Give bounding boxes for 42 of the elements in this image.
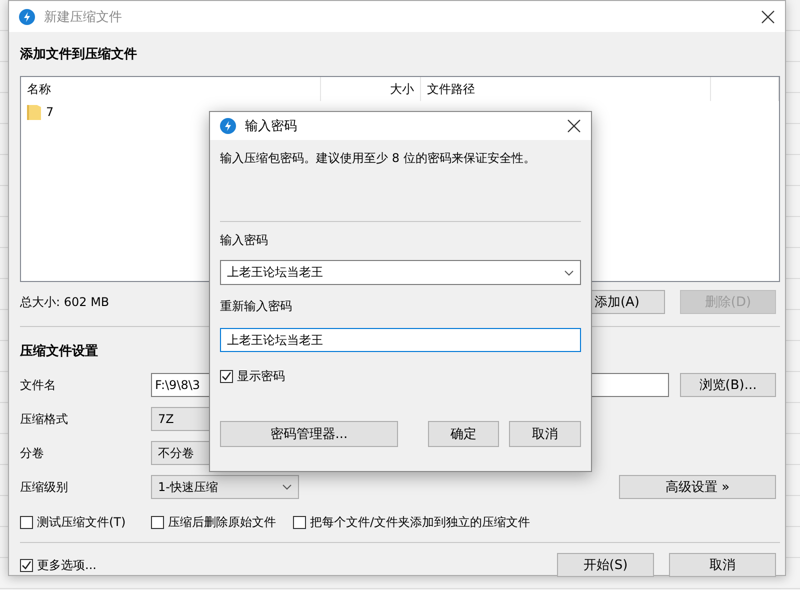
password-combo[interactable]: 上老王论坛当老王 <box>220 260 581 285</box>
advanced-settings-button[interactable]: 高级设置 » <box>619 475 776 499</box>
checkbox-label[interactable]: 显示密码 <box>237 368 285 384</box>
password-hint: 输入压缩包密码。建议使用至少 8 位的密码来保证安全性。 <box>220 150 536 167</box>
checkbox[interactable] <box>20 558 33 572</box>
dialog-title: 输入密码 <box>245 118 298 135</box>
chevron-down-icon <box>282 484 292 490</box>
browse-button[interactable]: 浏览(B)... <box>680 373 776 397</box>
field-label: 输入密码 <box>220 232 269 249</box>
confirm-password-field[interactable]: 上老王论坛当老王 <box>220 328 581 352</box>
field-label: 分卷 <box>20 444 45 462</box>
dropdown[interactable]: 1-快速压缩 <box>151 475 299 499</box>
column-header[interactable]: 名称 <box>21 77 321 101</box>
password-manager-button[interactable]: 密码管理器... <box>220 421 398 447</box>
cancel-button[interactable]: 取消 <box>669 553 776 577</box>
checkbox[interactable] <box>220 370 233 382</box>
section-title: 压缩文件设置 <box>20 342 99 360</box>
field-label: 文件名 <box>20 376 57 394</box>
checkbox-label[interactable]: 更多选项... <box>37 556 96 574</box>
window-title: 新建压缩文件 <box>44 8 123 26</box>
checkbox-label[interactable]: 压缩后删除原始文件 <box>168 514 276 530</box>
checkbox-label[interactable]: 把每个文件/文件夹添加到独立的压缩文件 <box>310 514 530 530</box>
folder-icon <box>27 104 41 120</box>
column-header[interactable]: 大小 <box>321 77 421 101</box>
app-logo-icon <box>220 118 236 134</box>
close-button[interactable] <box>567 119 581 133</box>
checkbox-label[interactable]: 测试压缩文件(T) <box>37 514 126 530</box>
section-title: 添加文件到压缩文件 <box>20 46 138 63</box>
close-button[interactable] <box>761 10 775 24</box>
total-size: 总大小: 602 MB <box>20 294 110 310</box>
field-label: 压缩级别 <box>20 478 69 496</box>
ok-button[interactable]: 确定 <box>428 421 499 447</box>
field-label: 重新输入密码 <box>220 298 293 315</box>
start-button[interactable]: 开始(S) <box>557 553 654 577</box>
checkbox[interactable] <box>293 516 306 528</box>
checkbox[interactable] <box>151 516 164 528</box>
checkbox[interactable] <box>20 516 33 528</box>
app-logo-icon <box>19 8 35 24</box>
cancel-button[interactable]: 取消 <box>509 421 581 447</box>
chevron-down-icon <box>564 270 574 276</box>
column-header[interactable]: 文件路径 <box>421 77 711 101</box>
field-label: 压缩格式 <box>20 410 69 428</box>
